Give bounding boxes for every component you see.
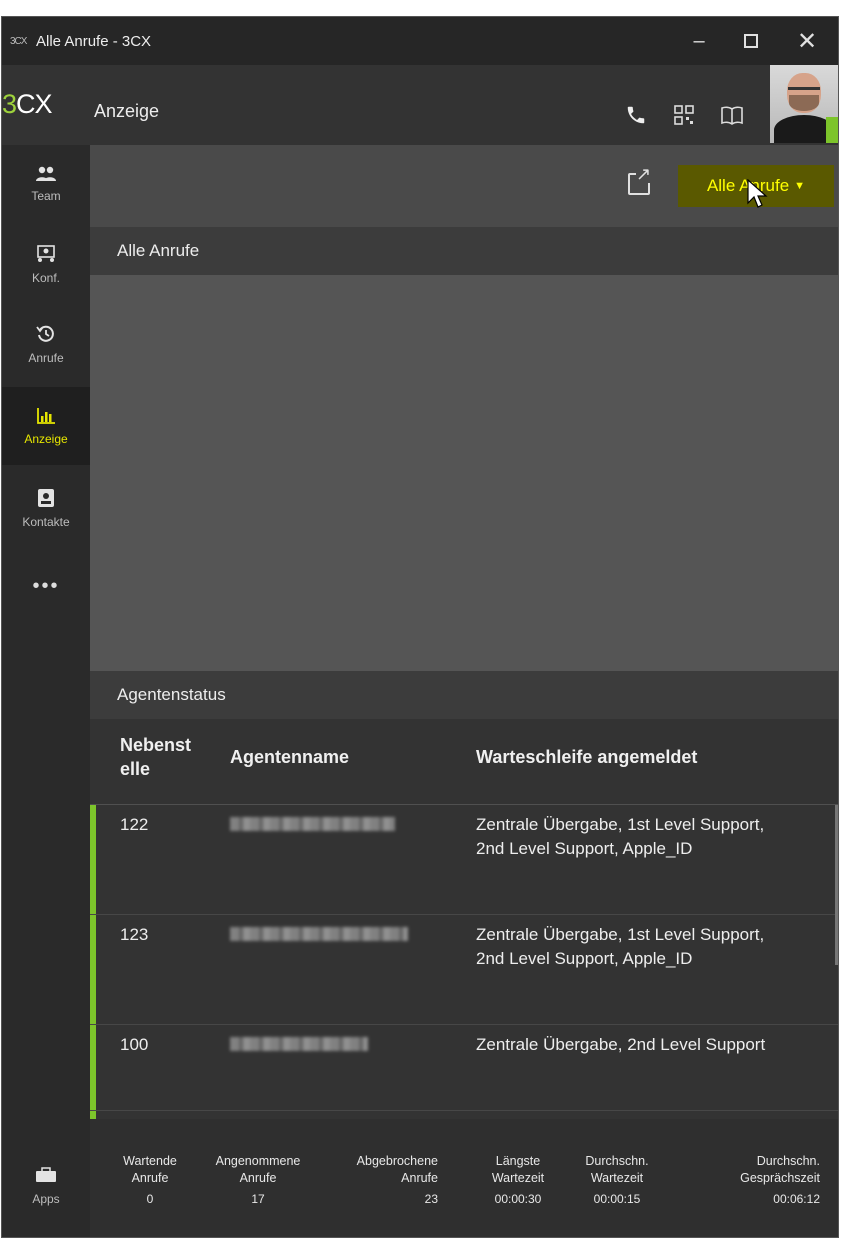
app-header: 3CX Anzeige xyxy=(2,65,838,145)
agent-name-blurred xyxy=(230,1037,368,1051)
stat-value: 00:00:30 xyxy=(494,1192,542,1206)
stat-longest-wait: Längste Wartezeit 00:00:30 xyxy=(482,1153,554,1208)
table-header: Nebenst elle Agentenname Warteschleife a… xyxy=(90,719,838,805)
stat-value: 23 xyxy=(424,1192,438,1206)
open-external-icon[interactable] xyxy=(628,165,652,195)
stat-value: 00:06:12 xyxy=(773,1192,820,1206)
stat-label: Wartende Anrufe xyxy=(123,1154,177,1185)
table-row[interactable]: 123 Zentrale Übergabe, 1st Level Support… xyxy=(90,915,838,1025)
stat-average-wait: Durchschn. Wartezeit 00:00:15 xyxy=(576,1153,658,1208)
caret-down-icon: ▼ xyxy=(794,180,806,192)
stat-label: Durchschn. Gesprächszeit xyxy=(740,1154,820,1185)
sidebar-item-team[interactable]: Team xyxy=(2,145,90,223)
queues-cell: Zentrale Übergabe, 2nd Level Support xyxy=(476,1035,766,1054)
stat-abandoned-calls: Abgebrochene Anrufe 23 xyxy=(346,1153,438,1208)
bar-chart-icon xyxy=(36,407,56,430)
status-indicator xyxy=(90,1111,96,1119)
sidebar-item-anrufe[interactable]: Anrufe xyxy=(2,305,90,383)
main-content: Alle Anrufe▼ Alle Anrufe Agentenstatus N… xyxy=(90,145,838,1237)
sidebar-item-label: Anzeige xyxy=(24,431,68,446)
sidebar-item-label: Kontakte xyxy=(22,514,70,529)
stat-answered-calls: Angenommene Anrufe 17 xyxy=(206,1153,310,1208)
toolbar: Alle Anrufe▼ xyxy=(90,145,838,227)
apps-icon xyxy=(35,1167,57,1187)
table-scrollbar[interactable] xyxy=(835,805,838,965)
mouse-cursor-icon xyxy=(747,178,769,217)
phone-icon[interactable] xyxy=(622,101,650,129)
status-indicator xyxy=(90,1025,96,1110)
sidebar-item-kontakte[interactable]: Kontakte xyxy=(2,469,90,547)
table-row[interactable]: 122 Zentrale Übergabe, 1st Level Support… xyxy=(90,805,838,915)
extension-cell: 122 xyxy=(120,815,149,834)
page-title: Anzeige xyxy=(94,101,160,121)
stat-label: Längste Wartezeit xyxy=(491,1154,545,1185)
sidebar-item-apps[interactable]: Apps xyxy=(2,1167,90,1206)
agent-name-blurred xyxy=(230,817,395,831)
close-button[interactable]: ✕ xyxy=(782,17,832,65)
stat-value: 00:00:15 xyxy=(593,1192,641,1206)
brand-logo: 3CX xyxy=(2,89,53,119)
maximize-icon xyxy=(744,34,758,48)
column-header-agent-name[interactable]: Agentenname xyxy=(230,745,349,769)
maximize-button[interactable] xyxy=(726,17,776,65)
table-row[interactable]: 100 Zentrale Übergabe, 2nd Level Support xyxy=(90,1025,838,1111)
sidebar-item-anzeige[interactable]: Anzeige xyxy=(2,387,90,465)
stat-average-talk-time: Durchschn. Gesprächszeit 00:06:12 xyxy=(690,1153,820,1208)
title-bar: 3CX Alle Anrufe - 3CX – ✕ xyxy=(2,17,838,65)
sidebar-item-label: Konf. xyxy=(31,270,61,285)
sidebar: Team Konf. Anrufe Anzeige Kontakte ••• xyxy=(2,145,90,1237)
contacts-icon xyxy=(37,488,55,513)
stat-label: Angenommene Anrufe xyxy=(215,1154,301,1185)
minimize-button[interactable]: – xyxy=(674,17,724,65)
qr-code-icon[interactable] xyxy=(670,101,698,129)
more-menu-button[interactable]: ••• xyxy=(2,575,90,598)
agent-name-blurred xyxy=(230,927,408,941)
stat-waiting-calls: Wartende Anrufe 0 xyxy=(118,1153,182,1208)
app-window: 3CX Alle Anrufe - 3CX – ✕ 3CX Anzeige Te… xyxy=(1,16,839,1238)
column-header-extension[interactable]: Nebenst elle xyxy=(120,733,215,781)
table-row[interactable] xyxy=(90,1111,838,1119)
sidebar-item-label: Apps xyxy=(32,1192,60,1206)
conference-icon xyxy=(35,244,57,269)
queues-cell: Zentrale Übergabe, 1st Level Support, 2n… xyxy=(476,815,765,858)
team-icon xyxy=(35,165,57,187)
calls-section-title: Alle Anrufe xyxy=(90,227,838,275)
extension-cell: 123 xyxy=(120,925,149,944)
queues-cell: Zentrale Übergabe, 1st Level Support, 2n… xyxy=(476,925,765,968)
stat-label: Abgebrochene Anrufe xyxy=(356,1154,438,1185)
sidebar-item-label: Team xyxy=(31,189,61,203)
book-icon[interactable] xyxy=(718,101,746,129)
agents-table: Nebenst elle Agentenname Warteschleife a… xyxy=(90,719,838,1119)
presence-status-indicator xyxy=(826,117,838,143)
stats-bar: Wartende Anrufe 0 Angenommene Anrufe 17 … xyxy=(90,1119,838,1237)
status-indicator xyxy=(90,805,96,914)
history-icon xyxy=(36,324,56,349)
sidebar-item-konf[interactable]: Konf. xyxy=(2,225,90,303)
column-header-queues[interactable]: Warteschleife angemeldet xyxy=(476,745,697,769)
avatar[interactable] xyxy=(770,65,838,143)
stat-value: 0 xyxy=(146,1192,154,1206)
extension-cell: 100 xyxy=(120,1035,149,1054)
agents-section-title: Agentenstatus xyxy=(90,671,838,719)
status-indicator xyxy=(90,915,96,1024)
window-title: Alle Anrufe - 3CX xyxy=(36,32,152,50)
app-logo-icon: 3CX xyxy=(10,35,27,47)
calls-list-area xyxy=(90,275,838,671)
sidebar-item-label: Anrufe xyxy=(28,350,64,365)
stat-label: Durchschn. Wartezeit xyxy=(585,1154,649,1185)
stat-value: 17 xyxy=(251,1192,265,1206)
